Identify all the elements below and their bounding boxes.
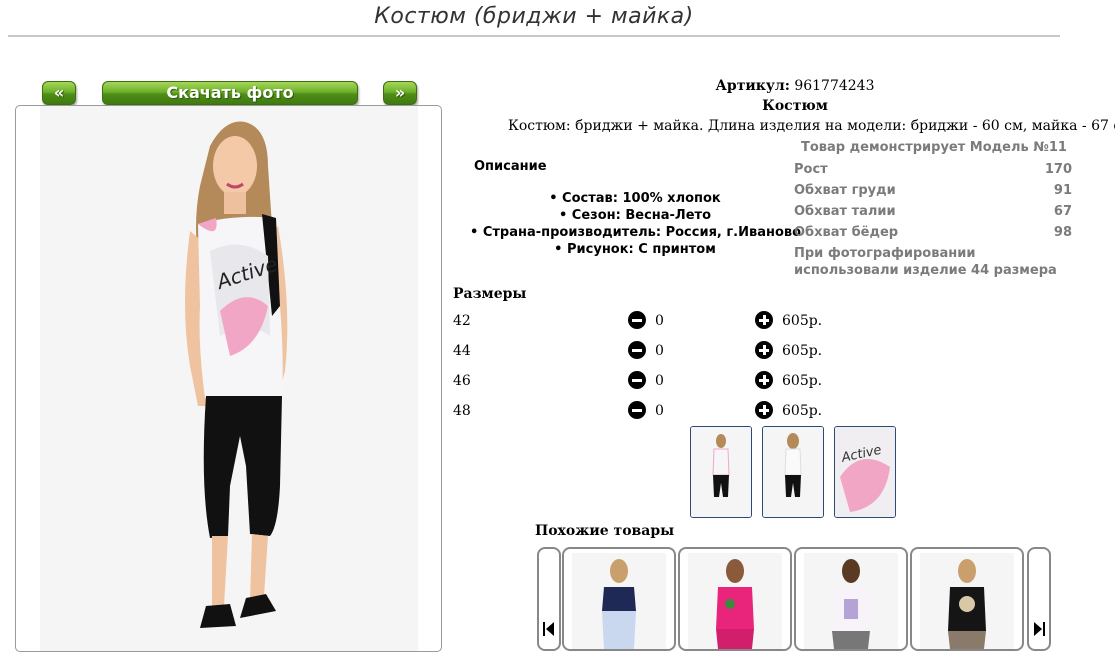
properties-list: • Состав: 100% хлопок • Сезон: Весна-Лет… xyxy=(470,190,802,258)
property-item: • Состав: 100% хлопок xyxy=(549,191,721,206)
model-row-value: 98 xyxy=(1053,225,1072,240)
similar-item[interactable] xyxy=(562,547,676,651)
price-value: 605р. xyxy=(782,403,823,419)
carousel-prev-button[interactable] xyxy=(537,547,561,651)
main-photo-frame: Active xyxy=(15,105,442,652)
model-row-value: 91 xyxy=(1053,183,1072,198)
carousel-next-button[interactable] xyxy=(1027,547,1051,651)
model-row-value: 67 xyxy=(1053,204,1072,219)
similar-item-image xyxy=(804,553,898,649)
skip-back-icon xyxy=(543,622,554,636)
price-value: 605р. xyxy=(782,373,823,389)
size-value: 46 xyxy=(453,373,471,389)
page-title: Костюм (бриджи + майка) xyxy=(374,4,694,29)
price-value: 605р. xyxy=(782,343,823,359)
article-line: Артикул: 961774243 xyxy=(600,78,990,94)
model-illustration: Active xyxy=(185,121,288,628)
size-value: 48 xyxy=(453,403,471,419)
next-photo-button[interactable]: » xyxy=(383,81,417,105)
thumbnail-print[interactable]: Active xyxy=(834,426,896,518)
size-row: 46 0 605р. xyxy=(453,371,853,403)
quantity-value: 0 xyxy=(655,403,664,419)
model-row: Рост 170 xyxy=(794,159,1074,180)
similar-heading: Похожие товары xyxy=(535,523,675,539)
price-value: 605р. xyxy=(782,313,823,329)
minus-icon[interactable] xyxy=(628,341,646,359)
plus-icon[interactable] xyxy=(755,401,773,419)
minus-icon[interactable] xyxy=(628,371,646,389)
thumbnail-front[interactable] xyxy=(690,426,752,518)
description-heading: Описание xyxy=(474,159,547,174)
similar-item[interactable] xyxy=(910,547,1024,651)
model-title: Товар демонстрирует Модель №11 xyxy=(801,140,1067,155)
skip-forward-icon xyxy=(1034,622,1045,636)
model-row-label: Обхват талии xyxy=(794,204,896,219)
thumbnail-back[interactable] xyxy=(762,426,824,518)
model-note: При фотографировании использовали издели… xyxy=(794,246,1057,278)
model-row: Обхват талии 67 xyxy=(794,201,1074,222)
minus-icon[interactable] xyxy=(628,401,646,419)
size-value: 42 xyxy=(453,313,471,329)
quantity-value: 0 xyxy=(655,373,664,389)
property-item: • Страна-производитель: Россия, г.Иванов… xyxy=(470,225,802,240)
similar-item[interactable] xyxy=(678,547,792,651)
similar-item-image xyxy=(688,553,782,649)
model-row-label: Рост xyxy=(794,162,828,177)
similar-item[interactable] xyxy=(794,547,908,651)
model-row: Обхват бёдер 98 xyxy=(794,222,1074,243)
quantity-value: 0 xyxy=(655,313,664,329)
thumbnail-image: Active xyxy=(835,427,895,517)
plus-icon[interactable] xyxy=(755,341,773,359)
thumbnail-image xyxy=(691,427,751,517)
sizes-heading: Размеры xyxy=(453,286,527,302)
model-measurements: Товар демонстрирует Модель №11 Рост 170 … xyxy=(794,138,1074,279)
size-value: 44 xyxy=(453,343,471,359)
article-label: Артикул: xyxy=(715,78,790,94)
similar-item-image xyxy=(572,553,666,649)
model-row-label: Обхват бёдер xyxy=(794,225,899,240)
plus-icon[interactable] xyxy=(755,311,773,329)
quantity-value: 0 xyxy=(655,343,664,359)
size-row: 42 0 605р. xyxy=(453,311,853,343)
product-name: Костюм xyxy=(762,98,828,114)
plus-icon[interactable] xyxy=(755,371,773,389)
model-row-value: 170 xyxy=(1044,162,1072,177)
download-photo-button[interactable]: Скачать фото xyxy=(102,81,358,105)
product-description: Костюм: бриджи + майка. Длина изделия на… xyxy=(508,118,1115,134)
property-item: • Сезон: Весна-Лето xyxy=(558,208,712,223)
property-item: • Рисунок: С принтом xyxy=(554,242,716,257)
thumbnail-image xyxy=(763,427,823,517)
model-row: Обхват груди 91 xyxy=(794,180,1074,201)
similar-item-image xyxy=(920,553,1014,649)
article-value: 961774243 xyxy=(794,78,875,94)
size-row: 44 0 605р. xyxy=(453,341,853,373)
minus-icon[interactable] xyxy=(628,311,646,329)
prev-photo-button[interactable]: « xyxy=(42,81,76,105)
title-divider xyxy=(8,35,1060,37)
model-row-label: Обхват груди xyxy=(794,183,896,198)
main-photo[interactable]: Active xyxy=(40,106,418,651)
